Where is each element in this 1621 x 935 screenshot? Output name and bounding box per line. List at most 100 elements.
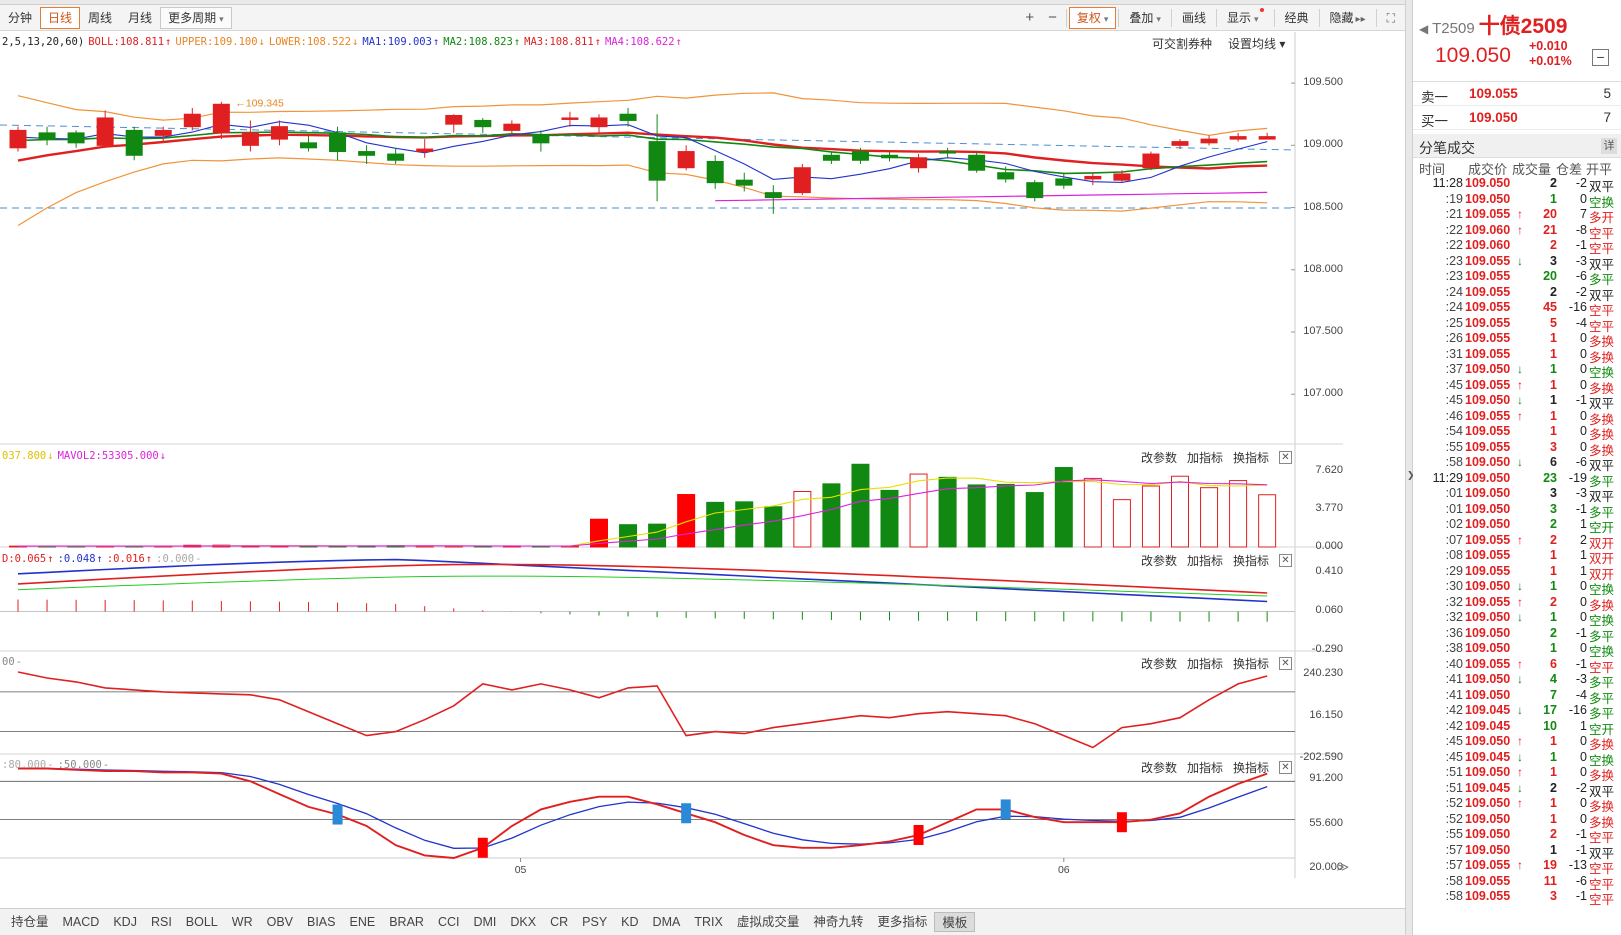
fullscreen-icon[interactable]: ⛶ — [1379, 7, 1403, 29]
set-ma-button[interactable]: 设置均线 ▾ — [1228, 35, 1285, 52]
tick-time: :21 — [1445, 207, 1463, 221]
indicator-tab-20[interactable]: 更多指标 — [870, 912, 934, 932]
period-button-0[interactable]: 分钟 — [0, 7, 40, 29]
indicator-tab-18[interactable]: 虚拟成交量 — [730, 912, 807, 932]
tick-volume: 2 — [1550, 827, 1557, 841]
indicator-tab-19[interactable]: 神奇九转 — [806, 912, 870, 932]
tick-price: 109.055 — [1465, 889, 1511, 903]
indicator-tab-13[interactable]: CR — [543, 912, 575, 932]
tick-row: :32 109.055 ↑ 2 0 多换 — [1413, 595, 1621, 613]
switch-indicator-button[interactable]: 换指标 — [1233, 655, 1269, 672]
period-button-4[interactable]: 更多周期 ▾ — [160, 7, 232, 29]
tick-price: 109.045 — [1465, 749, 1511, 764]
tool-button-0[interactable]: 复权 ▾ — [1068, 7, 1117, 29]
indicator-tab-14[interactable]: PSY — [575, 912, 614, 932]
scroll-right-icon[interactable]: ≫ — [1336, 860, 1349, 874]
indicator-tab-5[interactable]: WR — [225, 912, 260, 932]
legend-item: MA4:108.622↑ — [605, 36, 682, 48]
indicator-tab-7[interactable]: BIAS — [300, 912, 343, 932]
kline-chart-area[interactable]: 05 06 ←109.345 2,5,13,20,60) BOLL:108.811↑ U… — [0, 32, 1405, 908]
switch-indicator-button[interactable]: 换指标 — [1233, 449, 1269, 466]
indicator-tab-0[interactable]: 持仓量 — [4, 912, 56, 932]
minimize-icon[interactable]: − — [1592, 49, 1609, 66]
tool-button-2[interactable]: 画线 — [1174, 7, 1214, 29]
indicator-tab-10[interactable]: CCI — [431, 912, 467, 932]
tick-row: :55 109.050 2 -1 空平 — [1413, 827, 1621, 845]
indicator-tab-2[interactable]: KDJ — [106, 912, 144, 932]
price-change: +0.010 +0.01% — [1529, 39, 1572, 69]
tick-time: :31 — [1445, 346, 1463, 361]
panel-divider[interactable]: ❯ — [1405, 0, 1415, 935]
edit-params-button[interactable]: 改参数 — [1141, 449, 1177, 466]
tick-price: 109.055 — [1465, 532, 1511, 547]
tick-time: :26 — [1445, 331, 1463, 345]
tick-oi-change: 0 — [1580, 362, 1587, 376]
candle-up — [1113, 173, 1131, 181]
legend-text: 00 — [2, 656, 15, 668]
legend-text: :80.000 — [2, 759, 47, 771]
tick-time: :45 — [1445, 734, 1463, 748]
indicator-tab-8[interactable]: ENE — [343, 912, 383, 932]
tick-volume: 1 — [1550, 408, 1557, 423]
tool-button-1[interactable]: 叠加 ▾ — [1121, 7, 1169, 29]
indicator-tab-1[interactable]: MACD — [56, 912, 107, 932]
tick-price: 109.050 — [1465, 625, 1511, 640]
tick-price: 109.050 — [1465, 687, 1511, 702]
tick-volume: 2 — [1550, 517, 1557, 531]
add-indicator-button[interactable]: 加指标 — [1187, 759, 1223, 776]
candle-down — [851, 151, 869, 161]
tick-oi-change: -16 — [1568, 703, 1587, 717]
chevron-down-icon: ▾ — [1156, 14, 1161, 24]
zoom-in-icon[interactable]: + — [1018, 7, 1041, 29]
edit-params-button[interactable]: 改参数 — [1141, 655, 1177, 672]
period-button-2[interactable]: 周线 — [80, 7, 120, 29]
candle-up — [561, 117, 579, 120]
add-indicator-button[interactable]: 加指标 — [1187, 449, 1223, 466]
kd-panel-controls: 改参数 加指标 换指标 ✕ — [1141, 759, 1292, 776]
tick-volume: 2 — [1550, 238, 1557, 252]
chart-tools: + − 复权 ▾ 叠加 ▾ 画线 显示 ▾ 经典 隐藏 ▸▸ ⛶ — [1018, 7, 1403, 29]
candle-down — [38, 132, 56, 140]
tool-button-3[interactable]: 显示 ▾ — [1219, 7, 1272, 29]
tick-oi-change: 1 — [1580, 517, 1587, 531]
zoom-out-icon[interactable]: − — [1041, 7, 1064, 29]
indicator-tab-17[interactable]: TRIX — [687, 912, 729, 932]
kd-signal-sell-marker — [1116, 812, 1127, 833]
ask-label: 卖一 — [1421, 90, 1448, 105]
indicator-tab-16[interactable]: DMA — [646, 912, 688, 932]
indicator-tab-21[interactable]: 模板 — [934, 912, 976, 932]
period-button-3[interactable]: 月线 — [120, 7, 160, 29]
tick-oi-change: -1 — [1575, 393, 1587, 407]
volume-bar-down — [1025, 492, 1044, 548]
switch-indicator-button[interactable]: 换指标 — [1233, 759, 1269, 776]
indicator-tab-4[interactable]: BOLL — [179, 912, 225, 932]
edit-params-button[interactable]: 改参数 — [1141, 759, 1177, 776]
tool-button-5[interactable]: 隐藏 ▸▸ — [1322, 7, 1374, 29]
period-button-1[interactable]: 日线 — [40, 7, 81, 29]
prev-instrument-icon[interactable]: ◀ — [1419, 22, 1428, 36]
tool-button-4[interactable]: 经典 — [1277, 7, 1317, 29]
kline-chart-svg[interactable]: 05 06 ←109.345 — [0, 32, 1405, 908]
edit-params-button[interactable]: 改参数 — [1141, 552, 1177, 569]
add-indicator-button[interactable]: 加指标 — [1187, 552, 1223, 569]
tick-volume: 7 — [1550, 687, 1557, 702]
candle-up — [1084, 175, 1102, 180]
indicator-tab-6[interactable]: OBV — [260, 912, 300, 932]
add-indicator-button[interactable]: 加指标 — [1187, 655, 1223, 672]
candle-up — [1200, 138, 1218, 144]
tick-volume: 1 — [1550, 811, 1557, 826]
ticks-list[interactable]: 11:28 109.050 2 -2 双平:19 109.050 1 0 空换:21 109.05… — [1413, 176, 1621, 907]
y-tick-label: 108.000 — [1303, 262, 1343, 275]
tick-price: 109.060 — [1465, 238, 1511, 252]
indicator-tab-15[interactable]: KD — [614, 912, 645, 932]
tick-oi-change: 0 — [1580, 641, 1587, 655]
legend-item: :0.016↑ — [107, 553, 152, 565]
indicator-tab-11[interactable]: DMI — [466, 912, 503, 932]
detail-button[interactable]: 详 — [1601, 138, 1617, 154]
indicator-tab-3[interactable]: RSI — [144, 912, 179, 932]
indicator-tab-9[interactable]: BRAR — [382, 912, 431, 932]
switch-indicator-button[interactable]: 换指标 — [1233, 552, 1269, 569]
indicator-tab-12[interactable]: DKX — [503, 912, 543, 932]
deliverable-bonds-button[interactable]: 可交割券种 — [1152, 35, 1212, 52]
close-icon[interactable]: ✕ — [1279, 451, 1292, 464]
